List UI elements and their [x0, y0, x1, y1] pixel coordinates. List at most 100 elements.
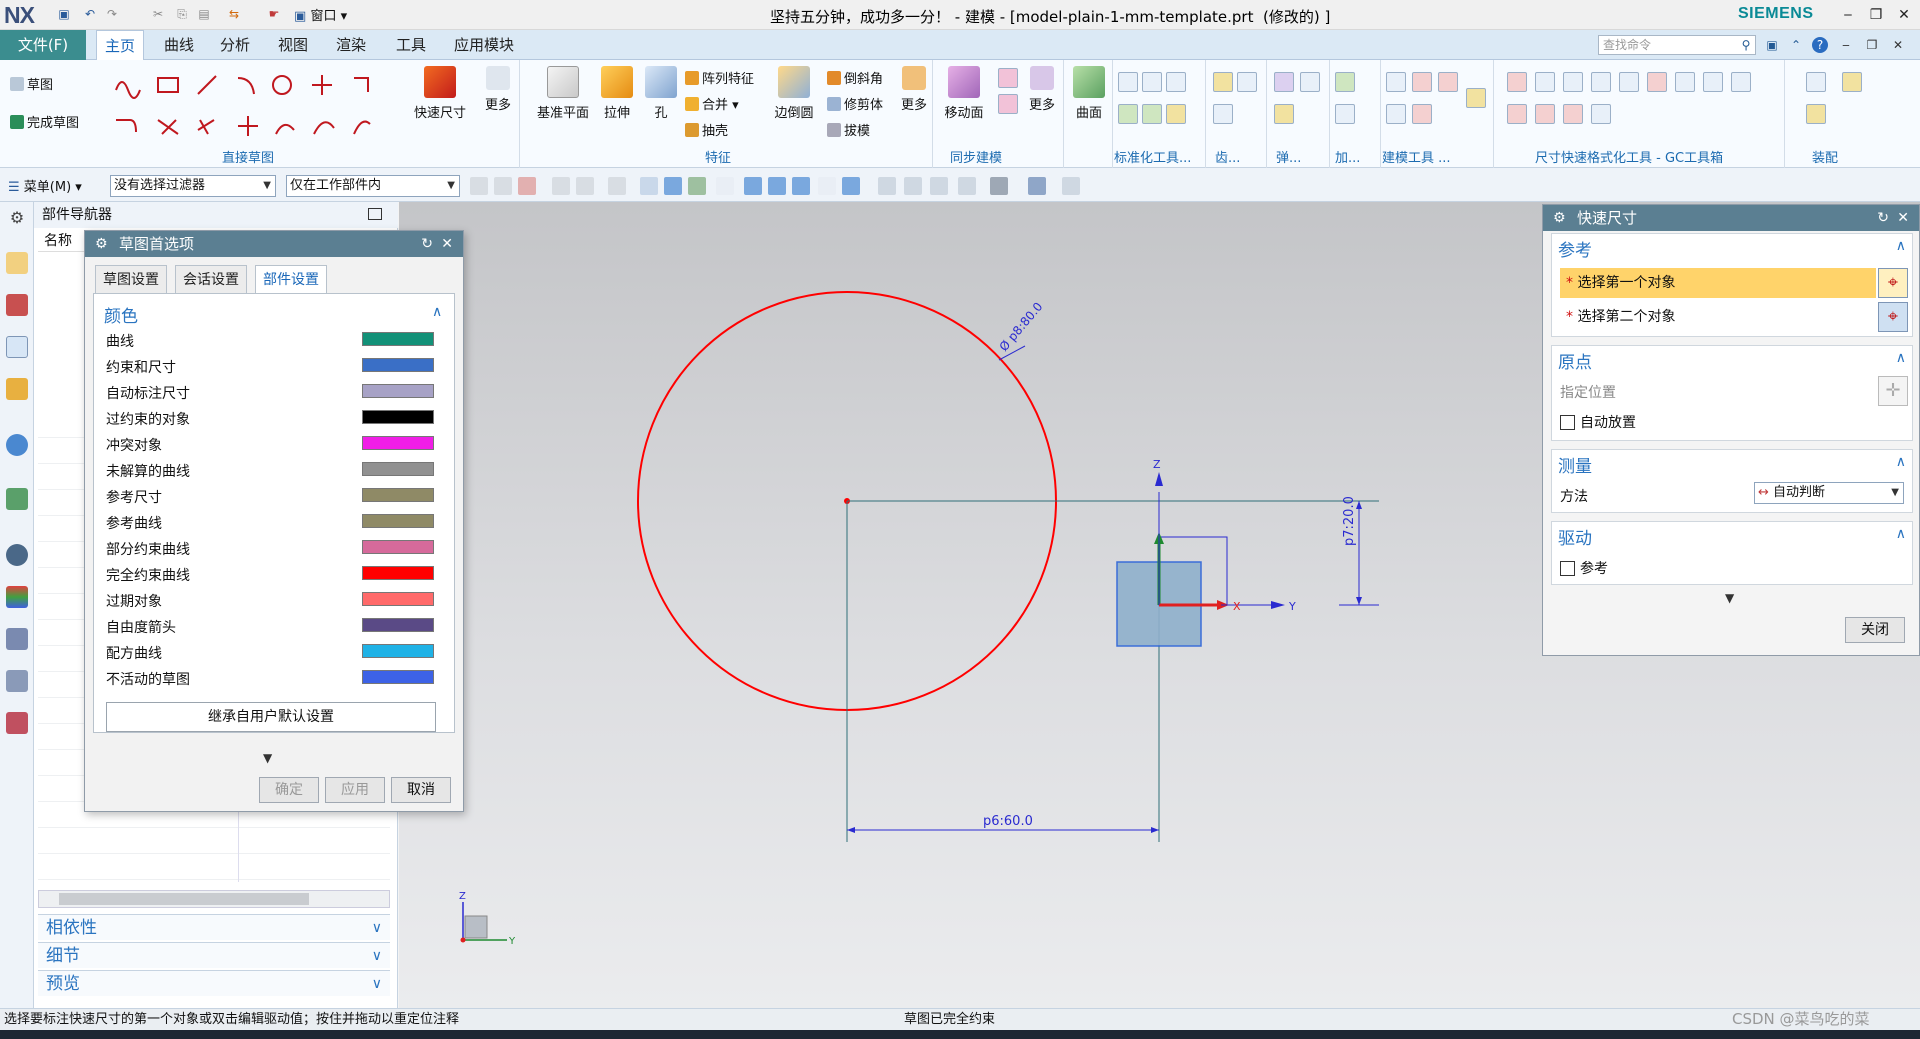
sketch-prefs-title-bar[interactable]: ⚙ 草图首选项 ↻ ✕ [85, 231, 463, 257]
select-tool-icon-1[interactable] [470, 177, 488, 195]
repeat-command-icon[interactable]: ⇆ [226, 6, 242, 22]
roles-icon[interactable] [6, 670, 28, 692]
color-swatch[interactable] [362, 358, 434, 372]
spring-tool-icon-3[interactable] [1274, 104, 1294, 124]
format-tool-icon-13[interactable] [1591, 104, 1611, 124]
std-tool-icon-1[interactable] [1118, 72, 1138, 92]
view-tool-icon-6[interactable] [1028, 177, 1046, 195]
diameter-dimension-text[interactable]: Ø p8:80.0 [997, 300, 1046, 354]
color-swatch[interactable] [362, 462, 434, 476]
std-tool-icon-4[interactable] [1118, 104, 1138, 124]
layout-icon[interactable]: ▣ [1764, 37, 1780, 53]
hd3d-icon[interactable] [6, 434, 28, 456]
select-tool-icon-6[interactable] [608, 177, 626, 195]
sync-more-button[interactable]: 更多 [1024, 66, 1060, 113]
color-swatch[interactable] [362, 540, 434, 554]
close-icon[interactable]: ✕ [1897, 205, 1909, 231]
model-tool-icon-5[interactable] [1412, 104, 1432, 124]
select-tool-icon-5[interactable] [576, 177, 594, 195]
assembly-tool-icon-3[interactable] [1842, 72, 1862, 92]
reset-icon[interactable]: ↻ [421, 231, 433, 257]
model-tool-icon-1[interactable] [1386, 72, 1406, 92]
format-tool-icon-6[interactable] [1647, 72, 1667, 92]
tab-home[interactable]: 主页 [96, 30, 145, 60]
reset-icon[interactable]: ↻ [1877, 205, 1889, 231]
view-tool-icon-4[interactable] [958, 177, 976, 195]
std-tool-icon-3[interactable] [1166, 72, 1186, 92]
format-tool-icon-3[interactable] [1563, 72, 1583, 92]
selection-scope-dropdown[interactable]: 仅在工作部件内 ▼ [286, 175, 460, 197]
assembly-tool-icon-2[interactable] [1806, 104, 1826, 124]
gear-tool-icon-3[interactable] [1213, 104, 1233, 124]
std-tool-icon-5[interactable] [1142, 104, 1162, 124]
select-tool-icon-3[interactable] [518, 177, 536, 195]
tab-tools[interactable]: 工具 [388, 30, 434, 60]
surface-button[interactable]: 曲面 [1069, 66, 1109, 121]
collapse-chevron-icon[interactable]: ∧ [1896, 238, 1906, 254]
format-tool-icon-10[interactable] [1507, 104, 1527, 124]
select-tool-icon-4[interactable] [552, 177, 570, 195]
collapse-chevron-icon[interactable]: ∧ [1896, 454, 1906, 470]
add-tool-icon-2[interactable] [1335, 104, 1355, 124]
sketch-button[interactable]: 草图 [10, 74, 53, 93]
snap-icon-3[interactable] [744, 177, 762, 195]
view-tool-icon-5[interactable] [990, 177, 1008, 195]
minimize-button[interactable]: ‒ [1834, 4, 1862, 26]
view-tool-icon-2[interactable] [904, 177, 922, 195]
select-tool-icon-2[interactable] [494, 177, 512, 195]
collapse-ribbon-icon[interactable]: ⌃ [1788, 37, 1804, 53]
format-tool-icon-8[interactable] [1703, 72, 1723, 92]
method-dropdown[interactable]: ↔ 自动判断 ▼ [1754, 482, 1904, 504]
reference-checkbox[interactable]: 参考 [1560, 558, 1608, 578]
move-face-button[interactable]: 移动面 [938, 66, 990, 121]
tab-session-settings[interactable]: 会话设置 [175, 265, 247, 293]
command-search-input[interactable]: 查找命令 [1598, 35, 1756, 55]
color-swatch[interactable] [362, 670, 434, 684]
close-window-button[interactable]: ✕ [1890, 4, 1918, 26]
color-swatch[interactable] [362, 384, 434, 398]
collapse-chevron-icon[interactable]: ∧ [1896, 350, 1906, 366]
format-tool-icon-12[interactable] [1563, 104, 1583, 124]
cut-icon[interactable]: ✂ [150, 6, 166, 22]
vertical-dimension-text[interactable]: p7:20.0 [1342, 496, 1357, 546]
offset-region-icon[interactable] [998, 94, 1018, 114]
web-browser-icon[interactable] [6, 488, 28, 510]
quick-dimension-button[interactable]: 快速尺寸 [410, 66, 470, 121]
doc-minimize-icon[interactable]: ‒ [1838, 37, 1854, 53]
select-first-crosshair-icon[interactable]: ⌖ [1878, 268, 1908, 298]
tab-analysis[interactable]: 分析 [212, 30, 258, 60]
model-tool-icon-6[interactable] [1466, 88, 1486, 108]
view-tool-icon-1[interactable] [878, 177, 896, 195]
format-tool-icon-2[interactable] [1535, 72, 1555, 92]
copy-icon[interactable]: ⎘ [174, 6, 190, 22]
pull-face-icon[interactable] [998, 68, 1018, 88]
color-swatch[interactable] [362, 644, 434, 658]
select-tool-icon-8[interactable] [664, 177, 682, 195]
sketch-curve-tools[interactable] [110, 68, 380, 148]
paste-icon[interactable]: ▤ [196, 6, 212, 22]
close-button[interactable]: 关闭 [1845, 617, 1905, 643]
extrude-button[interactable]: 拉伸 [597, 66, 637, 121]
file-menu-button[interactable]: 文件(F) [0, 30, 86, 60]
details-section[interactable]: 细节 ∨ [38, 942, 390, 968]
color-swatch[interactable] [362, 618, 434, 632]
preview-section[interactable]: 预览 ∨ [38, 970, 390, 996]
gear-tool-icon-1[interactable] [1213, 72, 1233, 92]
model-tool-icon-4[interactable] [1386, 104, 1406, 124]
constraint-navigator-icon[interactable] [6, 294, 28, 316]
save-icon[interactable]: ▣ [56, 6, 72, 22]
apply-button[interactable]: 应用 [325, 777, 385, 803]
std-tool-icon-6[interactable] [1166, 104, 1186, 124]
tab-curve[interactable]: 曲线 [156, 30, 202, 60]
datum-plane-button[interactable]: 基准平面 [533, 66, 593, 121]
unite-button[interactable]: 合并 ▾ [685, 94, 739, 113]
color-swatch[interactable] [362, 410, 434, 424]
model-tool-icon-2[interactable] [1412, 72, 1432, 92]
trim-body-button[interactable]: 修剪体 [827, 94, 883, 113]
snap-icon-6[interactable] [818, 177, 836, 195]
auto-place-checkbox[interactable]: 自动放置 [1560, 412, 1636, 432]
snap-icon-4[interactable] [768, 177, 786, 195]
tab-part-settings[interactable]: 部件设置 [255, 265, 327, 294]
shell-button[interactable]: 抽壳 [685, 120, 728, 139]
view-tool-icon-3[interactable] [930, 177, 948, 195]
